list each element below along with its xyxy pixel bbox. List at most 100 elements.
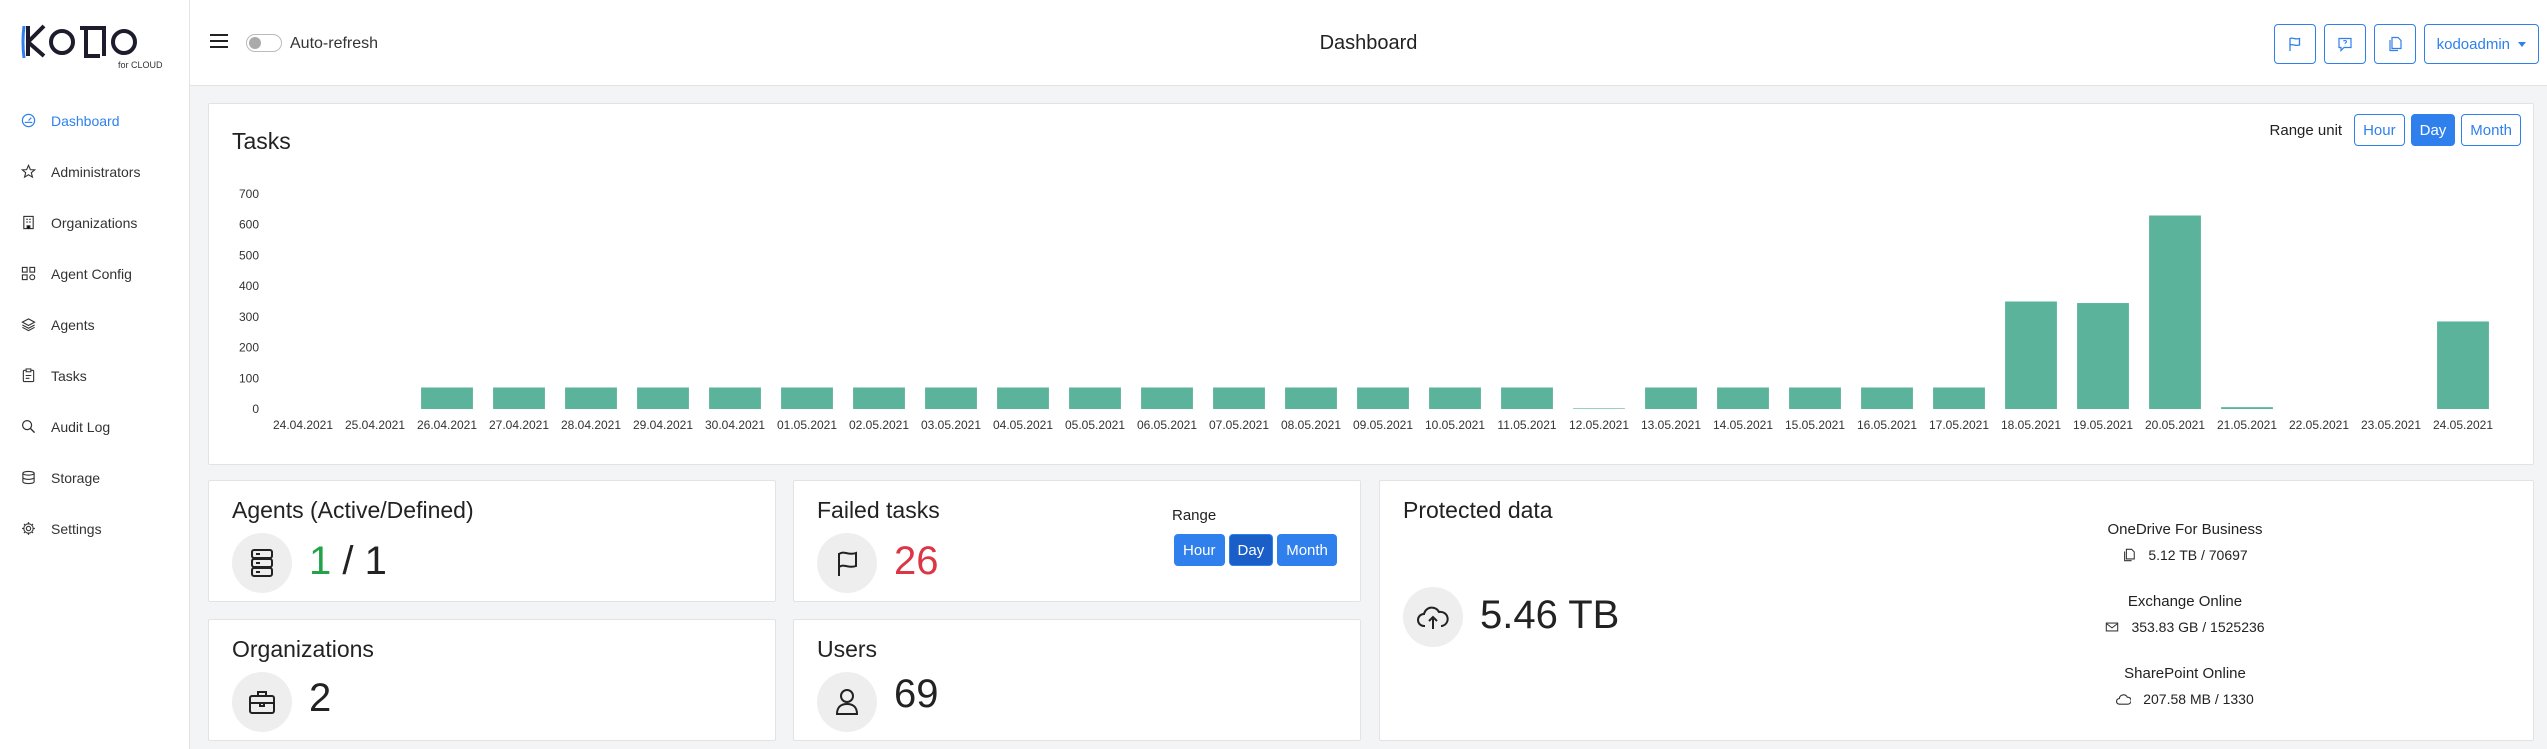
user-menu-label: kodoadmin xyxy=(2436,35,2510,53)
bar[interactable] xyxy=(2221,407,2273,409)
service-value: 353.83 GB / 1525236 xyxy=(2131,619,2265,635)
bar[interactable] xyxy=(1501,387,1553,410)
sidebar-item-audit-log[interactable]: Audit Log xyxy=(0,401,190,452)
service-value: 5.12 TB / 70697 xyxy=(2148,547,2248,563)
docs-button[interactable] xyxy=(2373,24,2416,64)
y-tick-label: 100 xyxy=(239,371,259,385)
bar[interactable] xyxy=(853,387,905,410)
star-icon xyxy=(20,164,36,180)
chat-question-icon xyxy=(2338,37,2352,52)
bar[interactable] xyxy=(2149,215,2201,410)
topbar: Auto-refresh Dashboard kodoadmin xyxy=(190,0,2547,86)
organizations-card: Organizations 2 xyxy=(208,619,776,741)
y-tick-label: 400 xyxy=(239,279,259,293)
building-icon xyxy=(20,215,36,231)
users-title: Users xyxy=(817,636,878,662)
users-card: Users 69 xyxy=(793,619,1361,741)
x-tick-label: 13.05.2021 xyxy=(1641,418,1701,432)
sidebar-item-organizations[interactable]: Organizations xyxy=(0,197,190,248)
x-tick-label: 19.05.2021 xyxy=(2073,418,2133,432)
x-tick-label: 10.05.2021 xyxy=(1425,418,1485,432)
server-icon xyxy=(232,533,292,593)
x-tick-label: 03.05.2021 xyxy=(921,418,981,432)
sidebar-item-storage[interactable]: Storage xyxy=(0,452,190,503)
sidebar-item-agents[interactable]: Agents xyxy=(0,299,190,350)
service-name: SharePoint Online xyxy=(2124,665,2246,682)
bar[interactable] xyxy=(1213,387,1265,410)
kodo-logo-icon xyxy=(21,24,137,59)
bar[interactable] xyxy=(2077,303,2129,409)
agents-defined-count: 1 xyxy=(364,539,387,583)
mail-icon xyxy=(2106,622,2119,632)
database-icon xyxy=(20,470,36,486)
sidebar-item-label: Dashboard xyxy=(51,112,120,129)
bar[interactable] xyxy=(997,387,1049,410)
sidebar-nav: Dashboard Administrators Organizations A… xyxy=(0,95,190,554)
search-icon xyxy=(20,419,36,435)
files-icon xyxy=(2124,548,2136,562)
service-exchange: Exchange Online 353.83 GB / 1525236 xyxy=(2035,593,2335,635)
failed-range-hour-button[interactable]: Hour xyxy=(1174,534,1225,566)
sidebar-item-dashboard[interactable]: Dashboard xyxy=(0,95,190,146)
feedback-button[interactable] xyxy=(2323,24,2366,64)
x-tick-label: 07.05.2021 xyxy=(1209,418,1269,432)
service-sharepoint: SharePoint Online 207.58 MB / 1330 xyxy=(2035,665,2335,707)
cloud-upload-icon xyxy=(1403,587,1463,647)
sidebar: for CLOUD Dashboard Administrators Organ… xyxy=(0,0,190,749)
sidebar-item-settings[interactable]: Settings xyxy=(0,503,190,554)
bar[interactable] xyxy=(421,387,473,410)
failed-range-day-button[interactable]: Day xyxy=(1228,534,1274,566)
agents-active-count: 1 xyxy=(309,539,332,583)
bar[interactable] xyxy=(1861,387,1913,410)
y-tick-label: 300 xyxy=(239,310,259,324)
bar[interactable] xyxy=(1069,387,1121,410)
agents-separator: / xyxy=(342,539,354,583)
x-tick-label: 02.05.2021 xyxy=(849,418,909,432)
x-tick-label: 09.05.2021 xyxy=(1353,418,1413,432)
bar[interactable] xyxy=(1789,387,1841,410)
bar[interactable] xyxy=(1645,387,1697,410)
service-value: 207.58 MB / 1330 xyxy=(2143,691,2254,707)
page-title: Dashboard xyxy=(1319,32,1418,54)
sidebar-item-label: Administrators xyxy=(51,163,141,180)
logo[interactable]: for CLOUD xyxy=(20,22,170,70)
x-tick-label: 14.05.2021 xyxy=(1713,418,1773,432)
agents-count: 1 / 1 xyxy=(309,539,387,584)
sidebar-item-tasks[interactable]: Tasks xyxy=(0,350,190,401)
y-tick-label: 500 xyxy=(239,248,259,262)
x-tick-label: 01.05.2021 xyxy=(777,418,837,432)
sidebar-item-agent-config[interactable]: Agent Config xyxy=(0,248,190,299)
failed-tasks-card: Failed tasks 26 Range Hour Day Month xyxy=(793,480,1361,602)
y-tick-label: 600 xyxy=(239,218,259,232)
bar[interactable] xyxy=(1357,387,1409,410)
organizations-count: 2 xyxy=(309,676,332,720)
bar[interactable] xyxy=(1141,387,1193,410)
bar[interactable] xyxy=(493,387,545,410)
bar[interactable] xyxy=(637,387,689,410)
y-tick-label: 0 xyxy=(252,402,259,416)
gear-icon xyxy=(20,521,36,537)
bar[interactable] xyxy=(1285,387,1337,410)
failed-range-month-button[interactable]: Month xyxy=(1277,534,1337,566)
bar[interactable] xyxy=(1429,387,1481,410)
bar[interactable] xyxy=(709,387,761,410)
bar[interactable] xyxy=(925,387,977,410)
logo-subtitle: for CLOUD xyxy=(118,60,163,70)
bar[interactable] xyxy=(781,387,833,410)
flag-button[interactable] xyxy=(2273,24,2316,64)
bar[interactable] xyxy=(2437,321,2489,409)
bar[interactable] xyxy=(1573,408,1625,409)
bar[interactable] xyxy=(2005,301,2057,410)
sidebar-item-label: Audit Log xyxy=(51,418,111,435)
x-tick-label: 18.05.2021 xyxy=(2001,418,2061,432)
bar[interactable] xyxy=(1717,387,1769,410)
user-menu-button[interactable]: kodoadmin xyxy=(2423,24,2539,64)
bar[interactable] xyxy=(565,387,617,410)
sidebar-item-administrators[interactable]: Administrators xyxy=(0,146,190,197)
x-tick-label: 25.04.2021 xyxy=(345,418,405,432)
bar[interactable] xyxy=(1933,387,1985,410)
x-tick-label: 26.04.2021 xyxy=(417,418,477,432)
protected-data-card: Protected data 5.46 TB OneDrive For Busi… xyxy=(1379,480,2534,741)
sidebar-item-label: Storage xyxy=(51,469,101,486)
clipboard-icon xyxy=(20,368,36,384)
